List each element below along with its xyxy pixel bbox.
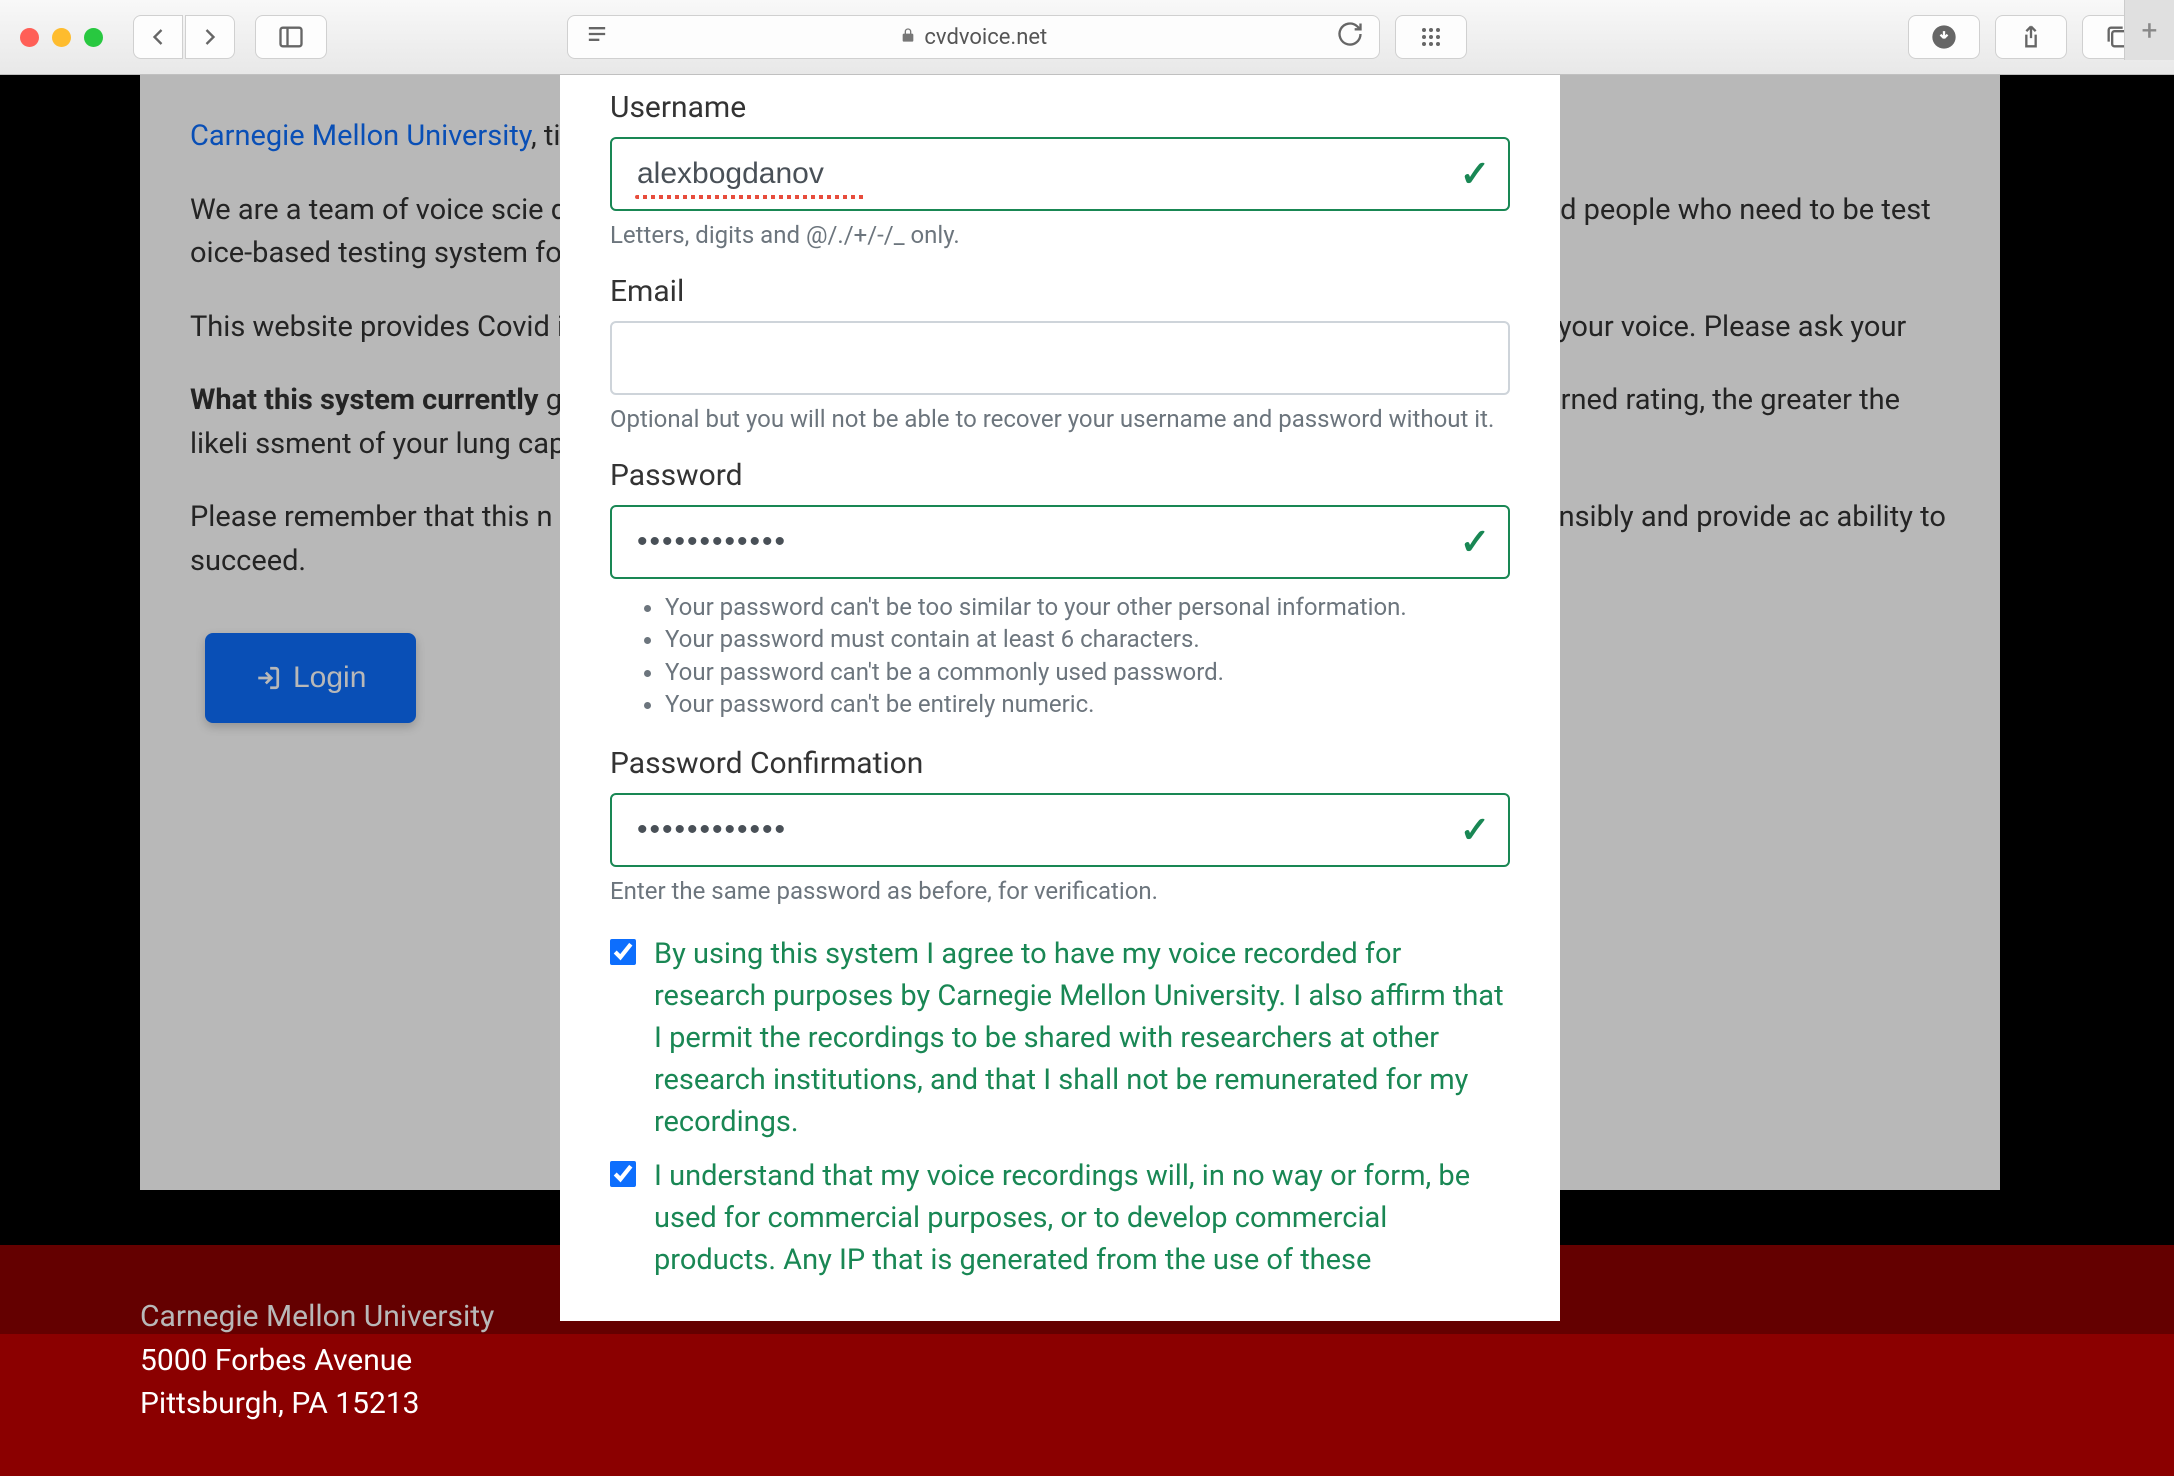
password-confirm-help-text: Enter the same password as before, for v… [610, 877, 1510, 905]
username-label: Username [610, 90, 1510, 125]
chevron-left-icon [144, 23, 172, 51]
password-confirm-input-wrapper: ✓ [610, 793, 1510, 867]
password-rule-item: Your password can't be entirely numeric. [665, 688, 1510, 720]
address-bar-container: cvdvoice.net [567, 15, 1467, 59]
back-button[interactable] [133, 15, 183, 59]
lock-icon [900, 26, 916, 49]
browser-toolbar: cvdvoice.net + [0, 0, 2174, 75]
password-rule-item: Your password must contain at least 6 ch… [665, 623, 1510, 655]
share-button[interactable] [1995, 15, 2067, 59]
consent-row-1: By using this system I agree to have my … [610, 933, 1510, 1143]
password-label: Password [610, 458, 1510, 493]
address-bar[interactable]: cvdvoice.net [567, 15, 1380, 59]
password-confirm-input[interactable] [610, 793, 1510, 867]
refresh-button[interactable] [1336, 20, 1364, 54]
page-viewport: Carnegie Mellon University, tively bring… [0, 75, 2174, 1334]
valid-checkmark-icon: ✓ [1460, 521, 1490, 563]
download-icon [1930, 23, 1958, 51]
consent-text-2: I understand that my voice recordings wi… [654, 1155, 1510, 1281]
new-tab-button[interactable]: + [2124, 0, 2174, 60]
password-input-wrapper: ✓ [610, 505, 1510, 579]
share-icon [2017, 23, 2045, 51]
signup-modal: Username ✓ Letters, digits and @/./+/-/_… [560, 75, 1560, 1321]
email-help-text: Optional but you will not be able to rec… [610, 405, 1510, 433]
grid-icon [1419, 25, 1443, 49]
password-rule-item: Your password can't be too similar to yo… [665, 591, 1510, 623]
valid-checkmark-icon: ✓ [1460, 809, 1490, 851]
username-input[interactable] [610, 137, 1510, 211]
url-text: cvdvoice.net [924, 25, 1047, 50]
forward-button[interactable] [185, 15, 235, 59]
valid-checkmark-icon: ✓ [1460, 153, 1490, 195]
consent-checkbox-2[interactable] [610, 1161, 636, 1187]
downloads-button[interactable] [1908, 15, 1980, 59]
password-input[interactable] [610, 505, 1510, 579]
site-options-button[interactable] [1395, 15, 1467, 59]
sidebar-toggle-button[interactable] [255, 15, 327, 59]
username-help-text: Letters, digits and @/./+/-/_ only. [610, 221, 1510, 249]
password-rule-item: Your password can't be a commonly used p… [665, 656, 1510, 688]
email-input[interactable] [610, 321, 1510, 395]
email-label: Email [610, 274, 1510, 309]
reader-mode-icon[interactable] [583, 20, 611, 54]
toolbar-right [1908, 15, 2154, 59]
sidebar-icon [277, 23, 305, 51]
spellcheck-indicator [635, 195, 865, 199]
minimize-window-button[interactable] [52, 28, 71, 47]
close-window-button[interactable] [20, 28, 39, 47]
window-controls [20, 28, 103, 47]
password-confirm-label: Password Confirmation [610, 746, 1510, 781]
footer-line-3: Pittsburgh, PA 15213 [140, 1382, 2034, 1426]
email-input-wrapper [610, 321, 1510, 395]
username-input-wrapper: ✓ [610, 137, 1510, 211]
navigation-buttons [133, 15, 235, 59]
consent-checkbox-1[interactable] [610, 939, 636, 965]
chevron-right-icon [196, 23, 224, 51]
password-rules-list: Your password can't be too similar to yo… [610, 591, 1510, 721]
maximize-window-button[interactable] [84, 28, 103, 47]
plus-icon: + [2142, 14, 2158, 47]
footer-line-2: 5000 Forbes Avenue [140, 1339, 2034, 1383]
consent-text-1: By using this system I agree to have my … [654, 933, 1510, 1143]
consent-row-2: I understand that my voice recordings wi… [610, 1155, 1510, 1281]
